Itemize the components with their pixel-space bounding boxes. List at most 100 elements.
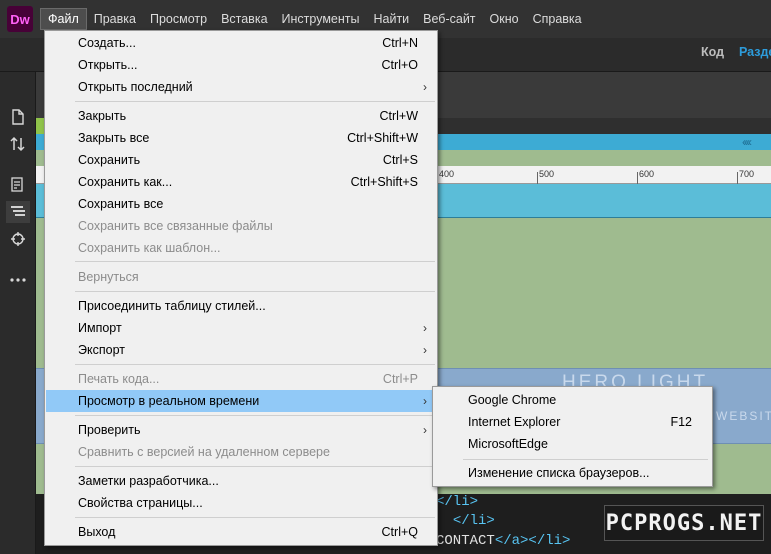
menu-item-save-as-template: Сохранить как шаблон...: [46, 237, 437, 259]
menu-item-shortcut: Ctrl+Shift+W: [347, 131, 418, 145]
menu-item-label: Создать...: [78, 36, 136, 50]
menu-item-label: Открыть...: [78, 58, 138, 72]
menu-file[interactable]: Файл: [40, 8, 87, 30]
submenu-item-edge[interactable]: MicrosoftEdge: [434, 433, 711, 455]
menu-item-label: Сохранить: [78, 153, 141, 167]
new-file-icon[interactable]: [6, 106, 30, 128]
file-menu: Создать... Ctrl+N Открыть... Ctrl+O Откр…: [44, 30, 438, 546]
menu-item-label: Закрыть: [78, 109, 127, 123]
submenu-item-chrome[interactable]: Google Chrome: [434, 389, 711, 411]
submenu-item-ie[interactable]: Internet Explorer F12: [434, 411, 711, 433]
submenu-item-label: Google Chrome: [468, 393, 557, 407]
menu-find[interactable]: Найти: [366, 8, 416, 30]
properties-icon[interactable]: [6, 174, 30, 196]
code-token: </li>: [452, 513, 495, 529]
code-token: </a></li>: [494, 533, 571, 549]
code-view-button[interactable]: Код: [701, 45, 724, 59]
menu-item-validate[interactable]: Проверить ›: [46, 419, 437, 441]
menu-item-close-all[interactable]: Закрыть все Ctrl+Shift+W: [46, 127, 437, 149]
menu-item-label: Просмотр в реальном времени: [78, 394, 260, 408]
menu-item-save-as[interactable]: Сохранить как... Ctrl+Shift+S: [46, 171, 437, 193]
menu-separator: [75, 291, 435, 292]
menu-separator: [75, 364, 435, 365]
menu-item-label: Сравнить с версией на удаленном сервере: [78, 445, 330, 459]
menu-item-save[interactable]: Сохранить Ctrl+S: [46, 149, 437, 171]
menu-help[interactable]: Справка: [526, 8, 589, 30]
menu-item-shortcut: Ctrl+Q: [381, 525, 418, 539]
ruler-tick: [637, 172, 638, 184]
menu-separator: [463, 459, 708, 460]
menu-separator: [75, 517, 435, 518]
menu-item-design-notes[interactable]: Заметки разработчика...: [46, 470, 437, 492]
watermark: PCPROGS.NET: [604, 505, 764, 541]
code-line: </li>: [436, 494, 479, 510]
ruler-label: 400: [439, 169, 455, 179]
ruler-label: 600: [639, 169, 655, 179]
menu-item-shortcut: Ctrl+O: [381, 58, 418, 72]
menu-item-label: Сохранить все связанные файлы: [78, 219, 273, 233]
menu-item-page-properties[interactable]: Свойства страницы...: [46, 492, 437, 514]
menu-item-label: Заметки разработчика...: [78, 474, 219, 488]
menu-item-label: Импорт: [78, 321, 122, 335]
menu-item-label: Вернуться: [78, 270, 139, 284]
menu-item-label: Свойства страницы...: [78, 496, 203, 510]
split-view-button[interactable]: Разде: [739, 45, 771, 59]
menu-item-open-recent[interactable]: Открыть последний ›: [46, 76, 437, 98]
code-line: CONTACT</a></li>: [436, 533, 570, 549]
code-line: </li>: [436, 513, 495, 529]
document-marker: [36, 118, 44, 134]
sort-arrows-icon[interactable]: [6, 133, 30, 155]
menu-separator: [75, 415, 435, 416]
menu-item-label: Сохранить как шаблон...: [78, 241, 221, 255]
dom-panel-icon[interactable]: [6, 201, 30, 223]
code-token: CONTACT: [436, 533, 495, 549]
menu-insert[interactable]: Вставка: [214, 8, 274, 30]
menu-tools[interactable]: Инструменты: [275, 8, 367, 30]
chevron-right-icon: ›: [423, 423, 427, 437]
menu-item-label: Закрыть все: [78, 131, 150, 145]
menu-item-label: Сохранить все: [78, 197, 164, 211]
chevron-right-icon: ›: [423, 321, 427, 335]
ruler-tick: [537, 172, 538, 184]
menu-item-realtime-preview[interactable]: Просмотр в реальном времени ›: [46, 390, 437, 412]
target-icon[interactable]: [6, 228, 30, 250]
menu-item-label: Сохранить как...: [78, 175, 173, 189]
chevron-right-icon: ›: [423, 343, 427, 357]
menu-item-save-all-related: Сохранить все связанные файлы: [46, 215, 437, 237]
submenu-item-label: Internet Explorer: [468, 415, 561, 429]
menu-item-save-all[interactable]: Сохранить все: [46, 193, 437, 215]
menu-item-label: Присоединить таблицу стилей...: [78, 299, 266, 313]
menu-item-shortcut: Ctrl+W: [379, 109, 418, 123]
menu-item-new[interactable]: Создать... Ctrl+N: [46, 32, 437, 54]
menu-item-label: Печать кода...: [78, 372, 160, 386]
menu-item-label: Экспорт: [78, 343, 125, 357]
menu-separator: [75, 466, 435, 467]
more-tools-icon[interactable]: [6, 269, 30, 291]
menu-item-revert: Вернуться: [46, 266, 437, 288]
ruler-tick: [737, 172, 738, 184]
menu-item-open[interactable]: Открыть... Ctrl+O: [46, 54, 437, 76]
chevron-right-icon: ›: [423, 394, 427, 408]
submenu-item-shortcut: F12: [670, 415, 692, 429]
submenu-item-label: Изменение списка браузеров...: [468, 466, 650, 480]
submenu-item-edit-browser-list[interactable]: Изменение списка браузеров...: [434, 462, 711, 484]
menu-window[interactable]: Окно: [483, 8, 526, 30]
menu-item-print-code: Печать кода... Ctrl+P: [46, 368, 437, 390]
menu-item-export[interactable]: Экспорт ›: [46, 339, 437, 361]
menu-item-exit[interactable]: Выход Ctrl+Q: [46, 521, 437, 543]
ruler-label: 500: [539, 169, 555, 179]
chevron-left-icon[interactable]: ‹‹‹‹: [742, 135, 752, 149]
menu-item-close[interactable]: Закрыть Ctrl+W: [46, 105, 437, 127]
menu-edit[interactable]: Правка: [87, 8, 143, 30]
menu-item-label: Выход: [78, 525, 116, 539]
menu-separator: [75, 101, 435, 102]
menu-item-shortcut: Ctrl+P: [382, 372, 418, 386]
menu-item-import[interactable]: Импорт ›: [46, 317, 437, 339]
chevron-right-icon: ›: [423, 80, 427, 94]
menu-item-attach-stylesheet[interactable]: Присоединить таблицу стилей...: [46, 295, 437, 317]
menu-item-shortcut: Ctrl+N: [382, 36, 418, 50]
menu-item-shortcut: Ctrl+Shift+S: [350, 175, 418, 189]
menu-site[interactable]: Веб-сайт: [416, 8, 482, 30]
menu-view[interactable]: Просмотр: [143, 8, 214, 30]
